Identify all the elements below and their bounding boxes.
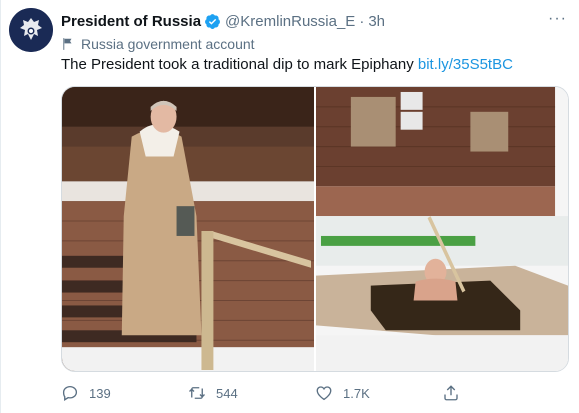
media-grid	[61, 86, 569, 372]
verified-badge-icon	[205, 13, 220, 29]
government-label-text: Russia government account	[81, 36, 255, 52]
tweet-link[interactable]: bit.ly/35S5tBC	[418, 56, 513, 73]
retweet-button[interactable]: 544	[188, 384, 315, 402]
tweet-card[interactable]: President of Russia @KremlinRussia_E · 3…	[0, 0, 579, 413]
tweet-actions: 139 544 1.7K	[61, 380, 569, 406]
tweet-timestamp[interactable]: 3h	[368, 13, 385, 30]
author-name[interactable]: President of Russia	[61, 13, 201, 30]
reply-count: 139	[89, 385, 111, 401]
photo-left[interactable]	[62, 87, 314, 371]
avatar[interactable]	[9, 8, 53, 52]
photo-ice-hole-bath	[316, 87, 568, 371]
tweet-text: The President took a traditional dip to …	[61, 56, 513, 73]
author-handle[interactable]: @KremlinRussia_E	[225, 13, 355, 30]
share-icon	[444, 385, 458, 401]
retweet-count: 544	[216, 385, 238, 401]
more-options-icon[interactable]: ···	[548, 10, 567, 28]
like-button[interactable]: 1.7K	[315, 384, 442, 402]
retweet-icon	[189, 387, 205, 399]
tweet-body: The President took a traditional dip to …	[61, 56, 414, 73]
coat-of-arms-icon	[9, 8, 53, 52]
heart-icon	[316, 386, 332, 401]
government-account-label: Russia government account	[61, 34, 255, 54]
reply-button[interactable]: 139	[61, 384, 188, 402]
reply-icon	[62, 385, 78, 401]
flag-icon	[63, 38, 72, 50]
separator-dot: ·	[359, 12, 365, 30]
photo-man-in-sheepskin-coat	[62, 87, 314, 371]
like-count: 1.7K	[343, 385, 370, 401]
photo-right[interactable]	[316, 87, 568, 371]
share-button[interactable]	[442, 384, 569, 402]
tweet-header: President of Russia @KremlinRussia_E · 3…	[61, 10, 569, 32]
